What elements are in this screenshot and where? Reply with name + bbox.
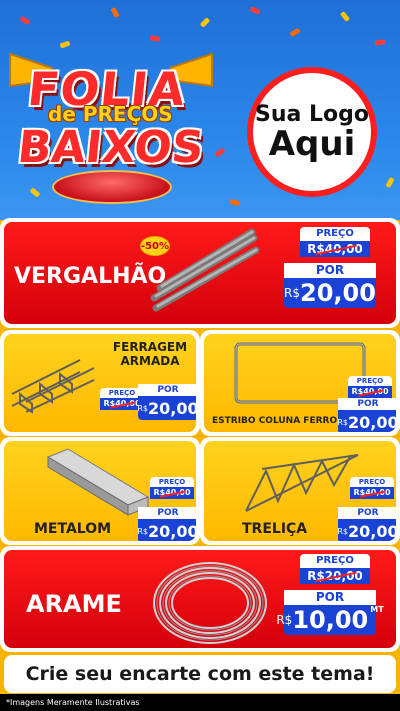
price-label: PREÇO <box>300 554 370 568</box>
por-label: POR <box>284 590 376 605</box>
header-banner: FOLIA de PREÇOS BAIXOS Sua Logo Aqui <box>0 0 400 220</box>
title-baixos: BAIXOS <box>15 122 207 173</box>
product-card-estribo: ESTRIBO COLUNA FERRO PREÇO R$40,00 POR R… <box>200 330 400 436</box>
logo-text-line2: Aqui <box>268 123 356 164</box>
currency: R$ <box>137 526 149 536</box>
por-label: POR <box>338 398 396 410</box>
logo-placeholder: Sua Logo Aqui <box>247 67 377 197</box>
product-card-trelica: TRELIÇA PREÇO R$40,00 POR R$ 20,00 <box>200 437 400 545</box>
confetti <box>199 17 211 28</box>
confetti <box>289 27 301 38</box>
price-tag: PREÇO R$40,00 <box>300 227 370 257</box>
confetti <box>339 11 351 22</box>
product-name-line2: ARMADA <box>120 354 180 368</box>
price-tag: PREÇO R$40,00 <box>350 477 394 499</box>
product-name: ARAME <box>26 590 122 618</box>
price-label: PREÇO <box>350 477 394 487</box>
new-price-tag: POR R$ 20,00 <box>137 507 196 541</box>
confetti <box>149 35 161 42</box>
currency: R$ <box>276 613 293 627</box>
product-name-line1: FERRAGEM <box>112 340 188 354</box>
por-label: POR <box>138 384 196 396</box>
product-name: ESTRIBO COLUNA FERRO <box>212 416 338 426</box>
product-name: FERRAGEM ARMADA <box>110 340 190 368</box>
new-price-tag: POR R$ 20,00 <box>337 507 396 541</box>
product-card-arame: ARAME PREÇO R$20,00 POR R$ 10,00 MT <box>0 546 400 652</box>
confetti <box>385 176 395 189</box>
por-label: POR <box>284 263 376 278</box>
price-tag: PREÇO R$40,00 <box>150 477 194 499</box>
confetti <box>374 39 386 46</box>
new-price-value: 20,00 <box>148 398 196 418</box>
price-label: PREÇO <box>300 227 370 241</box>
new-price: R$ 20,00 <box>337 519 396 541</box>
confetti <box>249 6 261 15</box>
confetti <box>229 198 241 207</box>
new-price-value: 20,00 <box>348 412 396 432</box>
new-price: R$ 20,00 <box>137 396 196 420</box>
disclaimer: *Imagens Meramente Ilustrativas <box>0 694 400 711</box>
product-card-vergalhao: VERGALHÃO -50% PREÇO R$40,00 POR R$ 20,0… <box>0 218 400 328</box>
new-price: R$ 20,00 <box>137 519 196 541</box>
price-tag: PREÇO R$40,00 <box>348 376 392 398</box>
old-price: R$40,00 <box>348 386 392 398</box>
price-tag: PREÇO R$20,00 <box>300 554 370 584</box>
new-price-value: 20,00 <box>348 521 396 541</box>
price-label: PREÇO <box>150 477 194 487</box>
old-price: R$20,00 <box>300 568 370 584</box>
por-label: POR <box>338 507 396 519</box>
confetti <box>59 40 71 49</box>
new-price-tag: POR R$ 20,00 <box>137 384 196 420</box>
product-name: TRELIÇA <box>242 521 308 537</box>
product-name: METALOM <box>34 521 112 537</box>
campaign-title: FOLIA de PREÇOS BAIXOS <box>10 62 215 204</box>
old-price: R$40,00 <box>150 487 194 499</box>
new-price: R$ 20,00 <box>284 278 376 308</box>
confetti <box>214 147 226 158</box>
confetti <box>110 6 120 19</box>
product-card-ferragem: FERRAGEM ARMADA PREÇO R$40,00 POR R$ 20,… <box>0 330 200 436</box>
new-price-value: 20,00 <box>148 521 196 541</box>
new-price: R$ 10,00 MT <box>276 605 384 635</box>
logo-text-line1: Sua Logo <box>254 101 369 127</box>
currency: R$ <box>337 417 349 427</box>
new-price: R$ 20,00 <box>337 410 396 432</box>
new-price-tag: POR R$ 10,00 MT <box>276 590 384 635</box>
product-card-metalom: METALOM PREÇO R$40,00 POR R$ 20,00 <box>0 437 200 545</box>
cta-banner: Crie seu encarte com este tema! <box>4 655 396 693</box>
wire-coil-image <box>153 562 267 644</box>
old-price: R$40,00 <box>300 241 370 257</box>
por-label: POR <box>138 507 196 519</box>
new-price-tag: POR R$ 20,00 <box>284 263 376 308</box>
cta-text: Crie seu encarte com este tema! <box>25 663 375 685</box>
old-price: R$40,00 <box>350 487 394 499</box>
currency: R$ <box>337 526 349 536</box>
currency: R$ <box>284 286 301 300</box>
drum-icon <box>52 170 172 204</box>
new-price-value: 10,00 <box>292 606 369 634</box>
new-price-tag: POR R$ 20,00 <box>337 398 396 432</box>
new-price-value: 20,00 <box>300 279 376 307</box>
currency: R$ <box>137 403 149 413</box>
trelica-image <box>245 454 359 512</box>
confetti <box>19 15 31 26</box>
ferragem-image <box>11 359 95 414</box>
unit-label: MT <box>370 605 384 614</box>
price-label: PREÇO <box>348 376 392 386</box>
discount-badge: -50% <box>140 236 170 256</box>
